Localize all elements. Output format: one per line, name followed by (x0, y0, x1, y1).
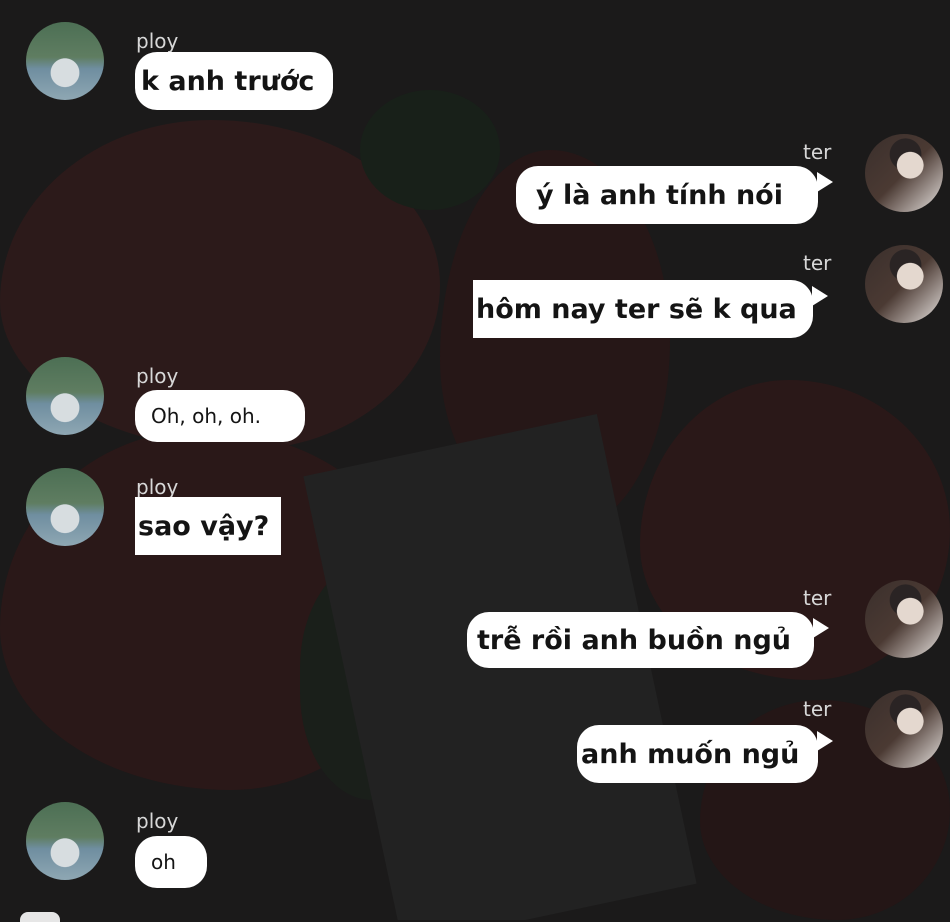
message-bubble[interactable]: anh muốn ngủ (577, 725, 818, 783)
message-bubble[interactable]: sao vậy? (135, 497, 281, 555)
sender-name: ploy (136, 475, 179, 499)
avatar[interactable] (865, 245, 943, 323)
message-bubble[interactable]: ý là anh tính nói (516, 166, 818, 224)
chat-background (0, 0, 950, 920)
sender-name: ploy (136, 29, 179, 53)
sender-name: ter (803, 251, 832, 275)
bubble-tail (813, 618, 829, 638)
avatar[interactable] (865, 134, 943, 212)
sender-name: ploy (136, 364, 179, 388)
bubble-tail (817, 172, 833, 192)
sender-name: ter (803, 140, 832, 164)
avatar[interactable] (26, 802, 104, 880)
leaf-shape (360, 90, 500, 210)
message-bubble[interactable]: Oh, oh, oh. (135, 390, 305, 442)
partial-bubble (20, 912, 60, 922)
message-bubble[interactable]: hôm nay ter sẽ k qua (473, 280, 813, 338)
message-bubble[interactable]: k anh trước (135, 52, 333, 110)
avatar[interactable] (26, 357, 104, 435)
avatar[interactable] (865, 580, 943, 658)
sender-name: ter (803, 697, 832, 721)
message-bubble[interactable]: trễ rồi anh buồn ngủ (467, 612, 814, 668)
message-bubble[interactable]: oh (135, 836, 207, 888)
sender-name: ploy (136, 809, 179, 833)
avatar[interactable] (865, 690, 943, 768)
sender-name: ter (803, 586, 832, 610)
bubble-tail (812, 286, 828, 306)
avatar[interactable] (26, 468, 104, 546)
bubble-tail (817, 731, 833, 751)
avatar[interactable] (26, 22, 104, 100)
